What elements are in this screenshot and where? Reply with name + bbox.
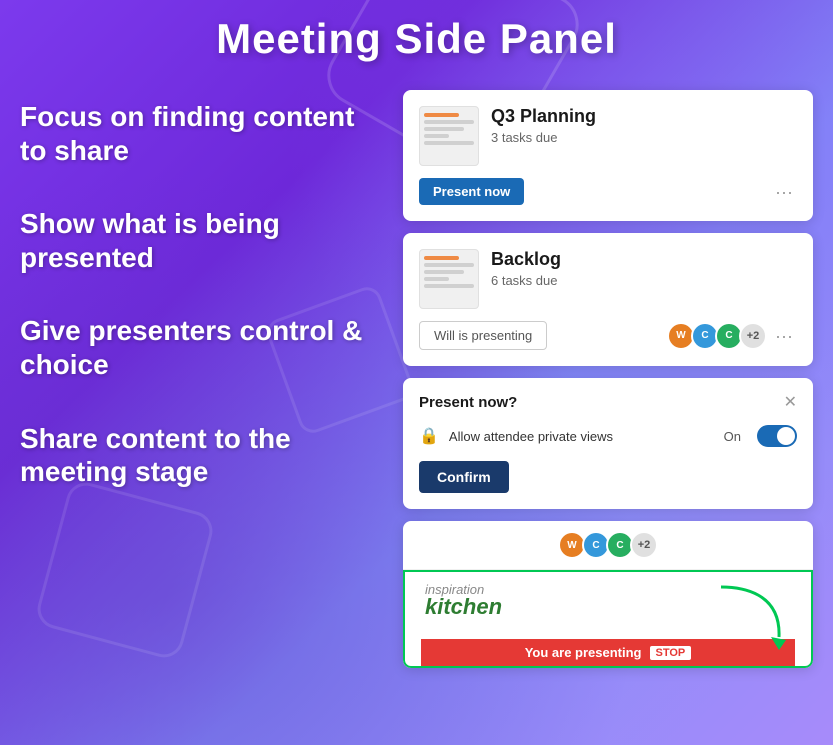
arrow-icon (711, 582, 791, 652)
q3-card-header: Q3 Planning 3 tasks due (419, 106, 797, 166)
backlog-card-info: Backlog 6 tasks due (491, 249, 797, 288)
confirm-button[interactable]: Confirm (419, 461, 509, 493)
private-views-toggle[interactable] (757, 425, 797, 447)
confirm-header: Present now? ✕ (419, 394, 797, 411)
backlog-thumbnail (419, 249, 479, 309)
handwriting-kitchen: kitchen (425, 594, 502, 620)
q3-title: Q3 Planning (491, 106, 797, 127)
q3-card-footer: Present now ··· (419, 178, 797, 205)
q3-card-info: Q3 Planning 3 tasks due (491, 106, 797, 145)
q3-thumbnail (419, 106, 479, 166)
confirm-close-button[interactable]: ✕ (784, 395, 797, 411)
q3-planning-card: Q3 Planning 3 tasks due Present now ··· (403, 90, 813, 221)
backlog-card-footer: Will is presenting W C C +2 ··· (419, 321, 797, 350)
backlog-avatar-group: W C C +2 (667, 322, 767, 350)
presenting-card: W C C +2 inspiration kitchen You are pre… (403, 521, 813, 668)
bl-thumb-line-1 (424, 256, 459, 260)
backlog-footer-right: W C C +2 ··· (667, 322, 797, 350)
pres-avatar-count: +2 (630, 531, 658, 559)
lock-icon: 🔒 (419, 426, 439, 446)
left-item-focus: Focus on finding content to share (20, 100, 380, 167)
bl-thumb-line-3 (424, 270, 464, 274)
left-item-give: Give presenters control & choice (20, 314, 380, 381)
confirm-dialog: Present now? ✕ 🔒 Allow attendee private … (403, 378, 813, 509)
avatar-count: +2 (739, 322, 767, 350)
left-panel: Focus on finding content to share Show w… (20, 100, 380, 529)
stop-badge[interactable]: STOP (650, 646, 692, 660)
presenting-avatars: W C C +2 (403, 521, 813, 570)
thumb-line-2 (424, 120, 474, 124)
present-now-button[interactable]: Present now (419, 178, 524, 205)
backlog-subtitle: 6 tasks due (491, 273, 797, 288)
bl-thumb-line-2 (424, 263, 474, 267)
bl-thumb-line-4 (424, 277, 449, 281)
toggle-status: On (724, 429, 741, 444)
you-presenting-text: You are presenting (525, 645, 642, 660)
backlog-card: Backlog 6 tasks due Will is presenting W… (403, 233, 813, 366)
page-title: Meeting Side Panel (0, 15, 833, 63)
thumb-line-4 (424, 134, 449, 138)
q3-subtitle: 3 tasks due (491, 130, 797, 145)
confirm-title: Present now? (419, 394, 517, 411)
backlog-title: Backlog (491, 249, 797, 270)
presenting-content: inspiration kitchen You are presenting S… (403, 570, 813, 668)
right-panel: Q3 Planning 3 tasks due Present now ··· … (403, 90, 813, 668)
will-presenting-button[interactable]: Will is presenting (419, 321, 547, 350)
thumb-line-1 (424, 113, 459, 117)
thumb-line-5 (424, 141, 474, 145)
left-item-show: Show what is being presented (20, 207, 380, 274)
toggle-row: 🔒 Allow attendee private views On (419, 425, 797, 447)
left-item-share: Share content to the meeting stage (20, 422, 380, 489)
q3-more-button[interactable]: ··· (771, 179, 797, 205)
backlog-card-header: Backlog 6 tasks due (419, 249, 797, 309)
toggle-label: Allow attendee private views (449, 429, 714, 444)
bl-thumb-line-5 (424, 284, 474, 288)
thumb-line-3 (424, 127, 464, 131)
backlog-more-button[interactable]: ··· (771, 323, 797, 349)
